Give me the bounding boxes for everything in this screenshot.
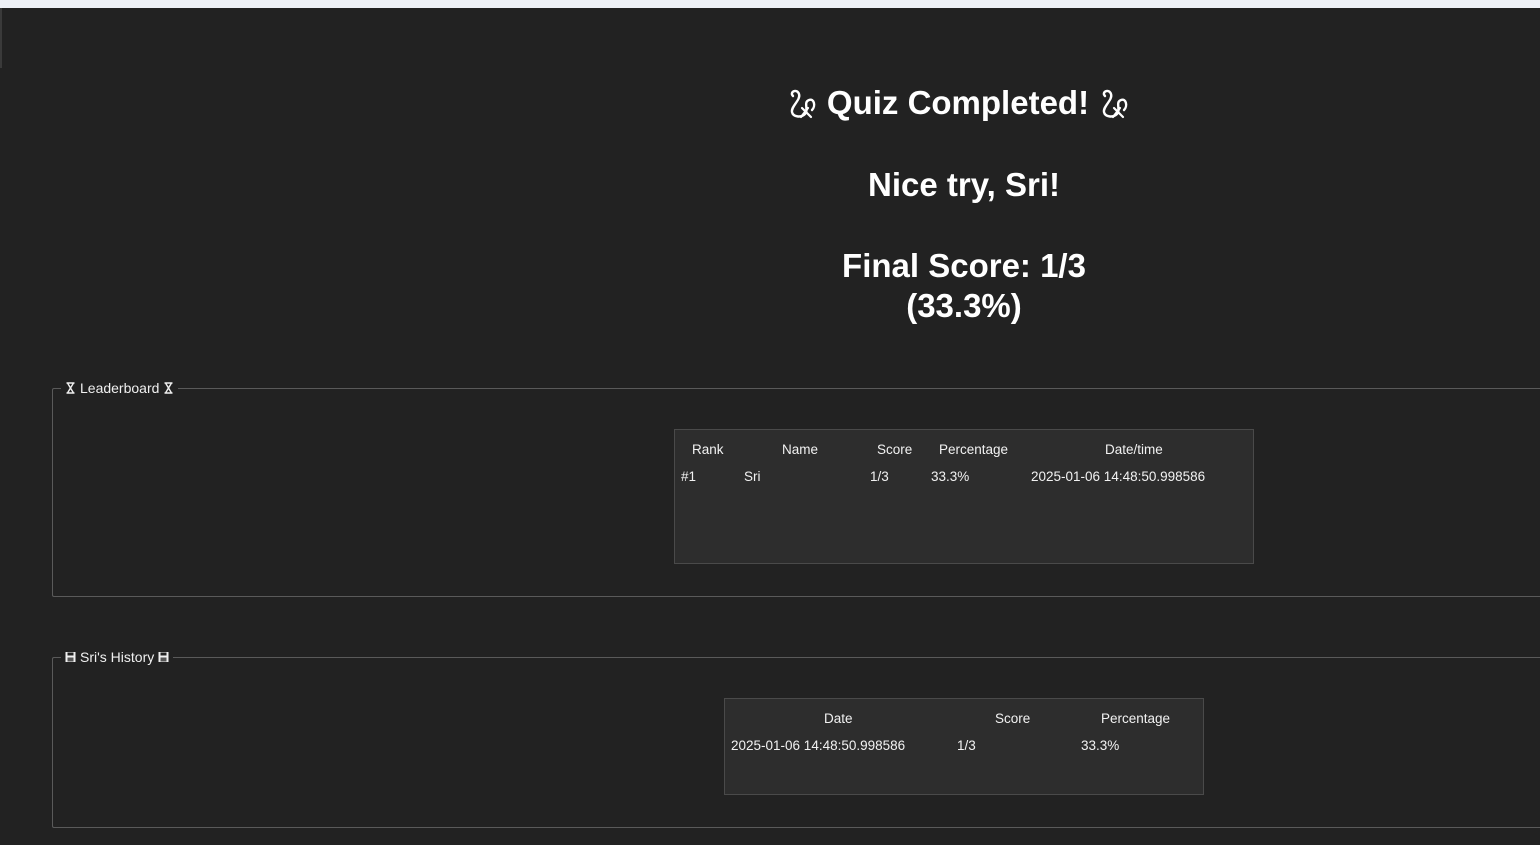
quiz-results-window: Quiz Completed! Nice try, Sri! Final Sco… — [0, 0, 1540, 845]
hourglass-icon — [66, 382, 75, 394]
column-header-rank: Rank — [692, 442, 724, 457]
column-header-datetime: Date/time — [1105, 442, 1163, 457]
column-header-percentage: Percentage — [1101, 711, 1171, 726]
greeting-message: Nice try, Sri! — [0, 166, 1540, 204]
table-cell-score: 1/3 — [957, 738, 976, 753]
leaderboard-title: Leaderboard — [61, 380, 179, 396]
column-header-score: Score — [877, 442, 913, 457]
column-header-name: Name — [782, 442, 819, 457]
history-title-text: Sri's History — [80, 649, 155, 665]
celebration-emoji-icon — [1102, 89, 1128, 119]
greeting-text: Nice try, Sri! — [868, 166, 1060, 203]
column-header-score: Score — [995, 711, 1031, 726]
leaderboard-title-text: Leaderboard — [80, 380, 160, 396]
table-cell-percentage: 33.3% — [931, 469, 970, 484]
final-score-line2: (33.3%) — [906, 287, 1022, 324]
history-title: Sri's History — [61, 649, 174, 665]
window-left-edge — [0, 8, 2, 68]
leaderboard-table[interactable]: Rank Name Score Percentage Date/time #1 … — [674, 429, 1254, 564]
final-score: Final Score: 1/3 (33.3%) — [0, 246, 1540, 326]
table-cell-rank: #1 — [681, 469, 697, 484]
table-cell-datetime: 2025-01-06 14:48:50.998586 — [1031, 469, 1206, 484]
window-top-strip — [0, 0, 1540, 8]
table-cell-date: 2025-01-06 14:48:50.998586 — [731, 738, 906, 753]
hourglass-icon — [164, 382, 173, 394]
table-cell-percentage: 33.3% — [1081, 738, 1120, 753]
final-score-line1: Final Score: 1/3 — [842, 247, 1086, 284]
floppy-disk-icon — [65, 652, 76, 662]
floppy-disk-icon — [158, 652, 169, 662]
table-cell-name: Sri — [744, 469, 761, 484]
history-table[interactable]: Date Score Percentage 2025-01-06 14:48:5… — [724, 698, 1204, 795]
quiz-completed-heading: Quiz Completed! — [0, 84, 1540, 122]
table-cell-score: 1/3 — [870, 469, 889, 484]
column-header-date: Date — [824, 711, 853, 726]
celebration-emoji-icon — [790, 89, 816, 119]
column-header-percentage: Percentage — [939, 442, 1009, 457]
quiz-completed-title: Quiz Completed! — [826, 84, 1090, 121]
